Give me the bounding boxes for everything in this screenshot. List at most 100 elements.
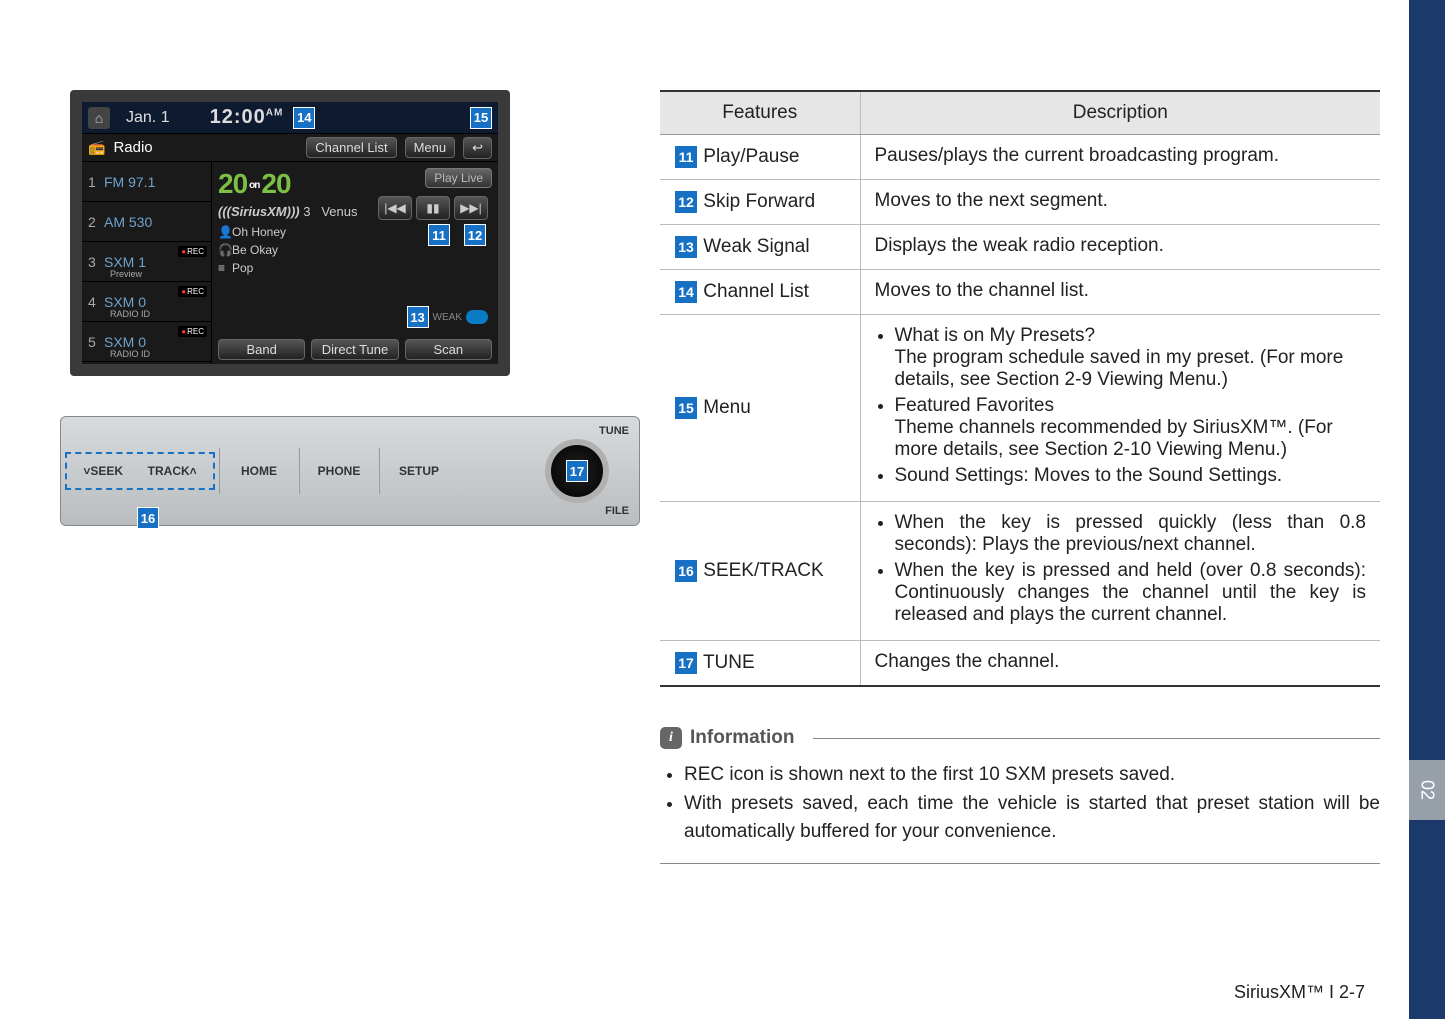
table-row: 17 TUNE Changes the channel. <box>660 641 1380 687</box>
artist-icon: 👤 <box>218 223 232 241</box>
magnifier-icon[interactable] <box>466 310 488 324</box>
top-bar: ⌂ Jan. 1 12:00AM 14 15 <box>82 102 498 134</box>
th-features: Features <box>660 91 860 135</box>
feature-name: Play/Pause <box>703 146 799 167</box>
feature-desc: When the key is pressed quickly (less th… <box>860 502 1380 641</box>
tune-knob[interactable]: 17 <box>545 439 609 503</box>
home-icon[interactable]: ⌂ <box>88 107 110 129</box>
track-metadata: 👤Oh Honey 🎧Be Okay ≡Pop <box>218 223 492 277</box>
preset-label: SXM 0 <box>104 294 146 310</box>
date-label: Jan. 1 <box>126 109 170 127</box>
track-title: Be Okay <box>232 243 278 257</box>
channel-list-button[interactable]: Channel List <box>306 137 396 158</box>
information-block: i Information REC icon is shown next to … <box>660 727 1380 864</box>
channel-number: 3 <box>303 204 310 219</box>
preset-item[interactable]: 5 SXM 0 RADIO ID REC <box>82 322 211 362</box>
callout-12: 12 <box>464 224 486 246</box>
divider <box>660 863 1380 864</box>
feature-name: Channel List <box>703 281 809 302</box>
hardware-panel: ˅SEEK TRACK˄ HOME PHONE SETUP TUNE FILE … <box>60 416 640 526</box>
table-row: 16 SEEK/TRACK When the key is pressed qu… <box>660 502 1380 641</box>
phone-hw-button[interactable]: PHONE <box>299 448 379 494</box>
menu-button[interactable]: Menu <box>405 137 456 158</box>
seek-track-group[interactable]: ˅SEEK TRACK˄ <box>65 452 215 490</box>
back-button[interactable]: ↩ <box>463 137 492 159</box>
callout-11-doc: 11 <box>674 145 698 169</box>
page-footer: SiriusXM™ I 2-7 <box>1234 982 1365 1003</box>
radio-screenshot: ⌂ Jan. 1 12:00AM 14 15 📻 Radio Channel L… <box>70 90 510 376</box>
seek-down-label: ˅SEEK <box>83 464 123 478</box>
table-row: 11 Play/Pause Pauses/plays the current b… <box>660 135 1380 180</box>
preset-label: AM 530 <box>104 214 152 230</box>
preset-num: 4 <box>88 294 104 310</box>
divider <box>813 738 1381 739</box>
callout-17: 17 <box>566 460 588 482</box>
home-hw-button[interactable]: HOME <box>219 448 299 494</box>
th-description: Description <box>860 91 1380 135</box>
play-pause-button[interactable]: ▮▮ <box>416 196 450 220</box>
bottom-bar: Band Direct Tune Scan <box>212 334 498 364</box>
preset-item[interactable]: 2 AM 530 <box>82 202 211 242</box>
setup-hw-button[interactable]: SETUP <box>379 448 459 494</box>
feature-desc: Moves to the channel list. <box>860 270 1380 315</box>
features-table: Features Description 11 Play/Pause Pause… <box>660 90 1380 687</box>
clock-time: 12:00AM <box>210 106 284 129</box>
feature-name: Weak Signal <box>703 236 809 257</box>
table-row: 12 Skip Forward Moves to the next segmen… <box>660 180 1380 225</box>
preset-item[interactable]: 1 FM 97.1 <box>82 162 211 202</box>
preset-item[interactable]: 3 SXM 1 Preview REC <box>82 242 211 282</box>
genre: Pop <box>232 261 253 275</box>
track-up-label: TRACK˄ <box>148 464 197 478</box>
skip-back-button[interactable]: |◀◀ <box>378 196 412 220</box>
preset-label: SXM 1 <box>104 254 146 270</box>
mode-label: Radio <box>113 139 152 156</box>
preset-sub: RADIO ID <box>110 349 150 359</box>
callout-13: 13 <box>407 306 429 328</box>
feature-desc: Displays the weak radio reception. <box>860 225 1380 270</box>
preset-num: 3 <box>88 254 104 270</box>
feature-desc: Moves to the next segment. <box>860 180 1380 225</box>
skip-forward-button[interactable]: ▶▶| <box>454 196 488 220</box>
siriusxm-logo: (((SiriusXM))) <box>218 204 300 219</box>
preset-item[interactable]: 4 SXM 0 RADIO ID REC <box>82 282 211 322</box>
preset-num: 1 <box>88 174 104 190</box>
callout-16: 16 <box>137 507 159 529</box>
preset-list: 1 FM 97.1 2 AM 530 3 SXM 1 Preview REC <box>82 162 212 364</box>
feature-desc: What is on My Presets?The program schedu… <box>860 315 1380 502</box>
rec-badge: REC <box>178 286 207 297</box>
feature-name: SEEK/TRACK <box>703 560 823 581</box>
preset-num: 5 <box>88 334 104 350</box>
direct-tune-button[interactable]: Direct Tune <box>311 339 398 360</box>
preset-sub: Preview <box>110 269 142 279</box>
play-live-button[interactable]: Play Live <box>425 168 492 188</box>
table-row: 14 Channel List Moves to the channel lis… <box>660 270 1380 315</box>
now-playing: Play Live 20on20 |◀◀ ▮▮ ▶▶| 11 12 (((Sir… <box>212 162 498 364</box>
callout-14: 14 <box>293 107 315 129</box>
ampm: AM <box>266 107 284 118</box>
preset-label: FM 97.1 <box>104 174 155 190</box>
feature-desc: Pauses/plays the current broadcasting pr… <box>860 135 1380 180</box>
channel-name: Venus <box>321 204 357 219</box>
genre-icon: ≡ <box>218 259 232 277</box>
rec-badge: REC <box>178 246 207 257</box>
scan-button[interactable]: Scan <box>405 339 492 360</box>
weak-signal-indicator: 13 WEAK <box>407 306 488 328</box>
callout-13-doc: 13 <box>674 235 698 259</box>
info-item: REC icon is shown next to the first 10 S… <box>684 761 1380 790</box>
table-row: 13 Weak Signal Displays the weak radio r… <box>660 225 1380 270</box>
file-label: FILE <box>605 505 629 517</box>
time-value: 12:00 <box>210 106 266 128</box>
weak-label: WEAK <box>433 312 462 323</box>
artist: Oh Honey <box>232 225 286 239</box>
callout-15: 15 <box>470 107 492 129</box>
band-button[interactable]: Band <box>218 339 305 360</box>
callout-16-doc: 16 <box>674 559 698 583</box>
preset-num: 2 <box>88 214 104 230</box>
preset-label: SXM 0 <box>104 334 146 350</box>
section-number: 02 <box>1409 760 1445 820</box>
radio-icon: 📻 <box>88 139 105 156</box>
preset-sub: RADIO ID <box>110 309 150 319</box>
feature-name: TUNE <box>703 652 755 673</box>
info-item: With presets saved, each time the vehicl… <box>684 790 1380 847</box>
feature-name: Menu <box>703 397 751 418</box>
